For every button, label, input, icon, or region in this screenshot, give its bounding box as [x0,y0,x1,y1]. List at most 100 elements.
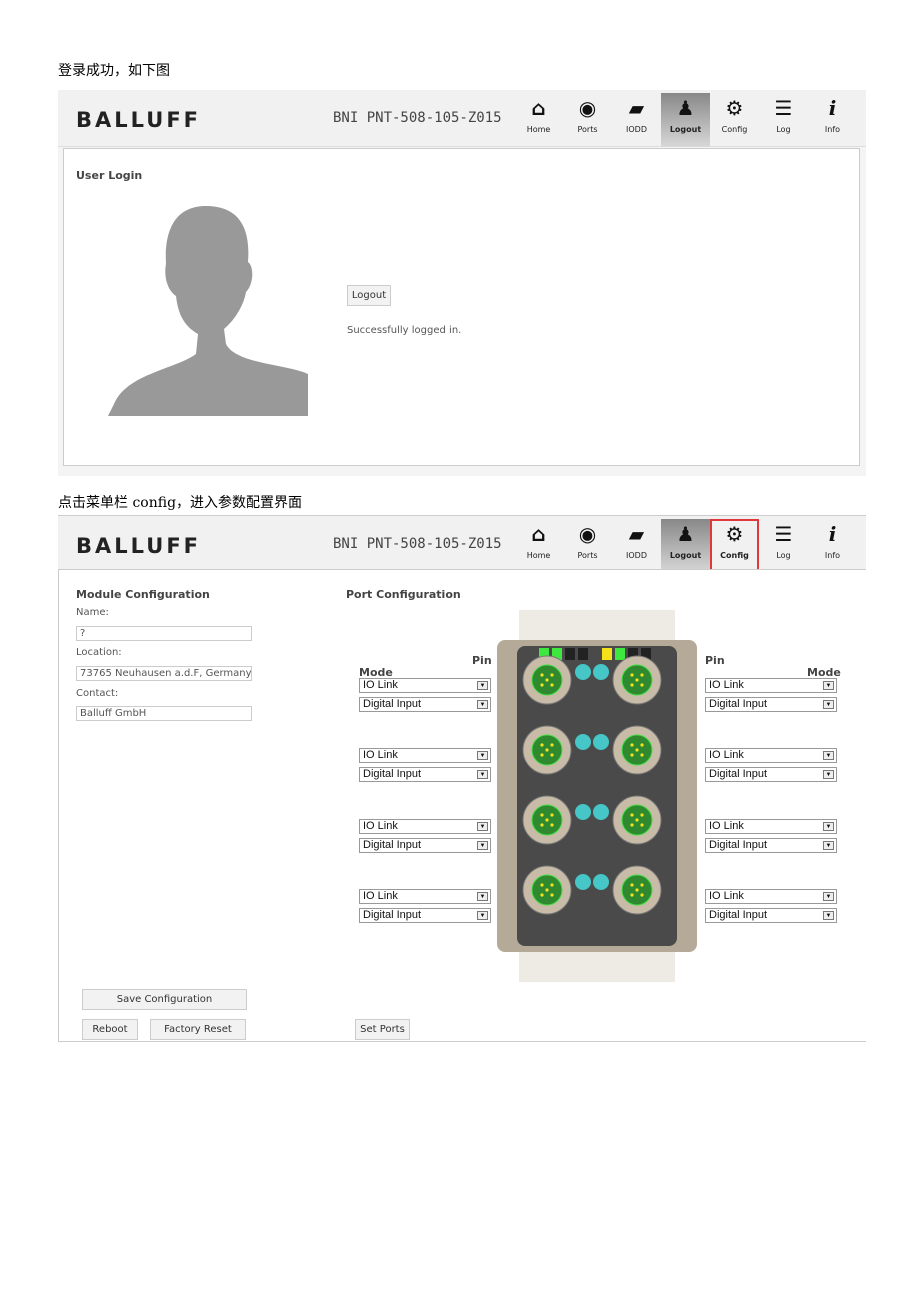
select-value: IO Link [709,749,744,761]
contact-input[interactable]: Balluff GmbH [76,706,252,721]
nav-log[interactable]: ☰ Log [759,519,808,573]
select-value: IO Link [709,679,744,691]
nav-log[interactable]: ☰ Log [759,93,808,147]
port-2-left-pin2-mode-select[interactable]: Digital Input ▼ [359,838,491,853]
select-value: Digital Input [709,839,768,851]
log-icon: ☰ [774,96,793,120]
port-1-left-pin4-mode-select[interactable]: IO Link ▼ [359,748,491,763]
ports-icon: ◉ [578,96,597,120]
header: BALLUFF BNI PNT-508-105-Z015 ⌂ Home ◉ Port… [58,516,866,573]
config-screenshot: BALLUFF BNI PNT-508-105-Z015 ⌂ Home ◉ Port… [58,515,866,1042]
nav-iodd[interactable]: ▰ IODD [612,519,661,573]
connector-pin [635,678,639,682]
info-icon: i [828,96,837,120]
connector-pin [640,813,644,817]
log-icon: ☰ [774,522,793,546]
nav-home[interactable]: ⌂ Home [514,519,563,573]
connector-pin [545,818,549,822]
nav-label: IODD [626,125,647,134]
connector-pin [545,748,549,752]
folder-icon: ▰ [628,96,645,120]
product-name: BNI PNT-508-105-Z015 [333,110,502,126]
dropdown-arrow-icon: ▼ [477,892,488,901]
port-config-title: Port Configuration [346,588,461,601]
nav-label: Logout [669,551,702,560]
status-led [578,648,588,660]
io-link-icon [575,804,591,820]
config-panel: Module Configuration Name: ? Location: 7… [58,569,866,1042]
gear-icon: ⚙ [725,96,744,120]
nav-config[interactable]: ⚙ Config [710,93,759,147]
port-2-left-pin4-mode-select[interactable]: IO Link ▼ [359,819,491,834]
connector-pin [640,893,644,897]
port-1-left-pin2-mode-select[interactable]: Digital Input ▼ [359,767,491,782]
status-led [602,648,612,660]
location-input[interactable]: 73765 Neuhausen a.d.F, Germany [76,666,252,681]
connector-pin [540,743,544,747]
select-value: IO Link [709,820,744,832]
io-link-icon [575,874,591,890]
nav-label: Log [776,125,791,134]
port-2-right-pin4-mode-select[interactable]: IO Link ▼ [705,819,837,834]
nav-label: Ports [577,551,598,560]
name-input[interactable]: ? [76,626,252,641]
dropdown-arrow-icon: ▼ [477,911,488,920]
nav-home[interactable]: ⌂ Home [514,93,563,147]
status-led [565,648,575,660]
nav-bar: ⌂ Home ◉ Ports ▰ IODD ♟ Logout ⚙ Config ☰ Log … [514,93,857,147]
io-link-icon [593,734,609,750]
nav-info[interactable]: i Info [808,93,857,147]
dropdown-arrow-icon: ▼ [477,681,488,690]
port-3-left-pin4-mode-select[interactable]: IO Link ▼ [359,889,491,904]
connector-pin [540,893,544,897]
connector-pin [550,753,554,757]
nav-logout[interactable]: ♟ Logout [661,519,710,573]
port-3-right-pin2-mode-select[interactable]: Digital Input ▼ [705,908,837,923]
user-login-title: User Login [76,169,143,182]
connector-pin [630,813,634,817]
connector-pin [630,883,634,887]
logout-button[interactable]: Logout [347,285,391,306]
connector-pin [545,888,549,892]
dropdown-arrow-icon: ▼ [823,822,834,831]
connector-pin [550,813,554,817]
port-0-right-pin2-mode-select[interactable]: Digital Input ▼ [705,697,837,712]
connector-pin [550,893,554,897]
factory-reset-button[interactable]: Factory Reset [150,1019,246,1040]
reboot-button[interactable]: Reboot [82,1019,138,1040]
select-value: Digital Input [709,698,768,710]
module-config-title: Module Configuration [76,588,210,601]
nav-ports[interactable]: ◉ Ports [563,519,612,573]
connector-pin [550,683,554,687]
connector-pin [640,753,644,757]
port-1-right-pin2-mode-select[interactable]: Digital Input ▼ [705,767,837,782]
select-value: Digital Input [363,768,422,780]
user-icon: ♟ [676,522,695,546]
nav-ports[interactable]: ◉ Ports [563,93,612,147]
header: BALLUFF BNI PNT-508-105-Z015 ⌂ Home ◉ Port… [58,90,866,147]
nav-logout[interactable]: ♟ Logout [661,93,710,147]
save-configuration-button[interactable]: Save Configuration [82,989,247,1010]
nav-info[interactable]: i Info [808,519,857,573]
port-3-right-pin4-mode-select[interactable]: IO Link ▼ [705,889,837,904]
dropdown-arrow-icon: ▼ [823,892,834,901]
port-1-right-pin4-mode-select[interactable]: IO Link ▼ [705,748,837,763]
dropdown-arrow-icon: ▼ [477,841,488,850]
connector-pin [640,883,644,887]
nav-label: IODD [626,551,647,560]
nav-config-highlighted[interactable]: ⚙ Config [710,519,759,573]
port-0-right-pin4-mode-select[interactable]: IO Link ▼ [705,678,837,693]
home-icon: ⌂ [531,522,546,546]
port-3-left-pin2-mode-select[interactable]: Digital Input ▼ [359,908,491,923]
port-2-right-pin2-mode-select[interactable]: Digital Input ▼ [705,838,837,853]
port-0-left-pin2-mode-select[interactable]: Digital Input ▼ [359,697,491,712]
connector-pin [630,743,634,747]
contact-label: Contact: [76,688,119,699]
set-ports-button[interactable]: Set Ports [355,1019,410,1040]
connector-pin [630,673,634,677]
connector-pin [635,748,639,752]
connector-pin [540,683,544,687]
nav-iodd[interactable]: ▰ IODD [612,93,661,147]
port-0-left-pin4-mode-select[interactable]: IO Link ▼ [359,678,491,693]
balluff-logo: BALLUFF [76,108,202,132]
